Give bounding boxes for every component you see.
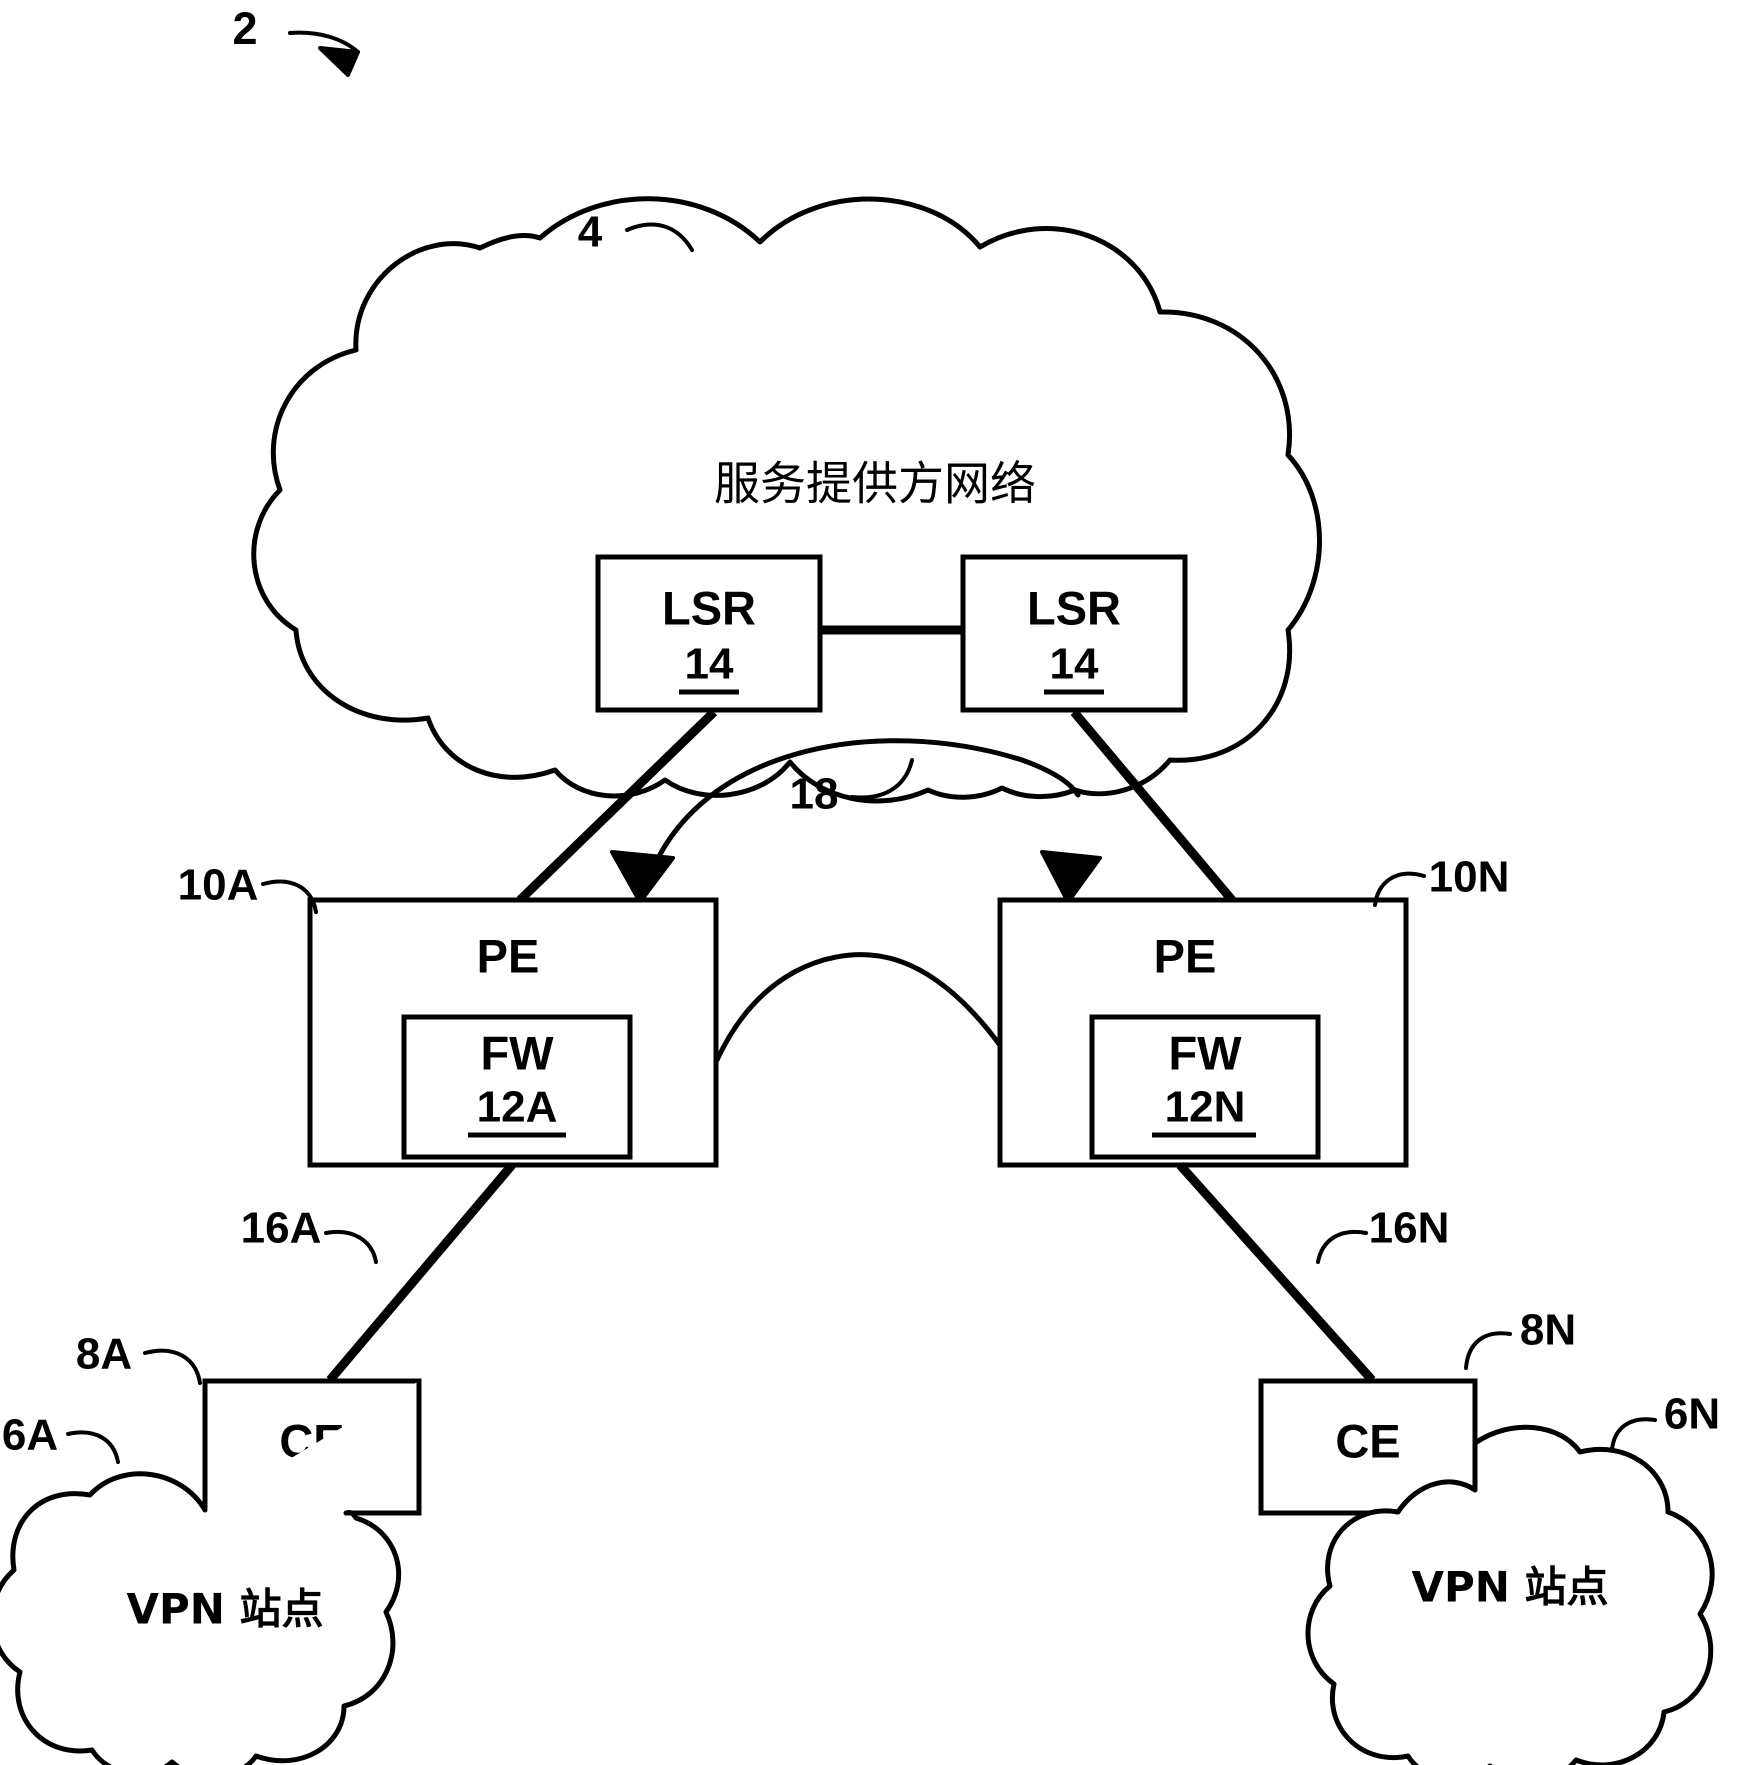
fw-right-title: FW: [1168, 1026, 1242, 1079]
fw-right-ref: 12N: [1165, 1083, 1246, 1132]
figure-number-arrowhead: [318, 46, 360, 77]
ce-left-leader: [143, 1348, 202, 1385]
tunnel-ref-label: 18: [790, 770, 839, 819]
network-architecture-diagram: 2 4 服务提供方网络 LSR 14 LSR 14 18 PE FW 12A 1…: [0, 3, 1720, 1765]
vpn-site-left-label: VPN 站点: [126, 1585, 323, 1634]
tunnel-arrowhead-right: [1040, 850, 1102, 904]
patent-figure-canvas: 2 4 服务提供方网络 LSR 14 LSR 14 18 PE FW 12A 1…: [0, 0, 1752, 1765]
fw-left-ref: 12A: [477, 1083, 558, 1132]
ce-right-leader: [1464, 1331, 1512, 1370]
ce-left-ref-label: 8A: [76, 1330, 132, 1379]
pe-left-ref-label: 10A: [178, 861, 259, 910]
ce-right-title: CE: [1335, 1414, 1400, 1467]
access-link-left: [326, 1162, 516, 1383]
pe-right-title: PE: [1154, 929, 1217, 982]
vpn-site-right-ref-label: 6N: [1664, 1390, 1720, 1439]
vpn-site-right-leader: [1610, 1417, 1657, 1452]
ce-right-ref-label: 8N: [1520, 1306, 1576, 1355]
vpn-site-left-leader: [66, 1430, 120, 1464]
lsr-left-title: LSR: [662, 581, 756, 634]
tunnel-arrowhead-left: [610, 850, 675, 904]
pe-left-title: PE: [477, 929, 540, 982]
figure-number-label: 2: [232, 3, 257, 54]
pe-right-ref-label: 10N: [1429, 853, 1510, 902]
fw-left-title: FW: [480, 1026, 554, 1079]
access-link-left-ref-label: 16A: [241, 1204, 322, 1253]
provider-network-ref-label: 4: [578, 208, 603, 257]
access-link-right-leader: [1316, 1229, 1368, 1264]
vpn-site-right-label: VPN 站点: [1411, 1563, 1608, 1612]
provider-network-label: 服务提供方网络: [714, 457, 1036, 511]
lsr-right-title: LSR: [1027, 581, 1121, 634]
lsr-left-ref: 14: [685, 640, 734, 689]
vpn-site-left-ref-label: 6A: [2, 1411, 58, 1460]
tunnel-arc-lower: [714, 952, 1005, 1063]
access-link-right: [1176, 1162, 1376, 1383]
lsr-right-ref: 14: [1050, 640, 1099, 689]
access-link-right-ref-label: 16N: [1369, 1204, 1450, 1253]
access-link-left-leader: [324, 1229, 378, 1264]
